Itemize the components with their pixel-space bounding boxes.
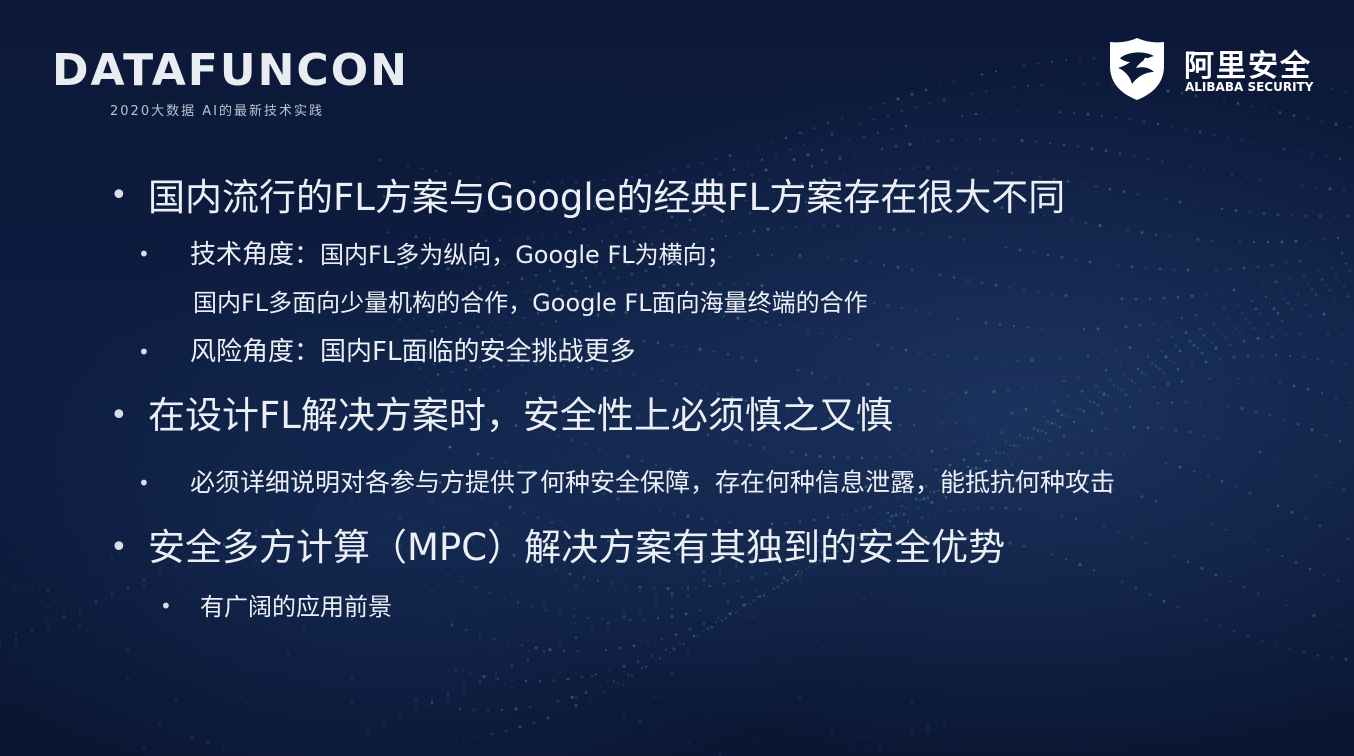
bullet-dot: • — [138, 340, 150, 364]
bullet-level2-item: 风险角度：国内FL面临的安全挑战更多 — [190, 337, 636, 367]
bullet-dot: • — [110, 178, 128, 213]
bullet-lead-text: 技术角度： — [190, 240, 321, 270]
bullet-level1-item: 在设计FL解决方案时，安全性上必须慎之又慎 — [148, 394, 893, 437]
bullet-dot: • — [110, 530, 128, 565]
bullet-level1-item: 安全多方计算（MPC）解决方案有其独到的安全优势 — [148, 526, 1006, 569]
bullet-level2-item: 技术角度：国内FL多为纵向，Google FL为横向； — [190, 240, 731, 270]
bullet-dot: • — [110, 398, 128, 433]
bullet-body-text: 国内FL多为纵向，Google FL为横向； — [320, 241, 731, 269]
bullet-list: • 国内流行的FL方案与Google的经典FL方案存在很大不同 • 技术角度：国… — [0, 0, 1354, 756]
bullet-continuation-line: 国内FL多面向少量机构的合作，Google FL面向海量终端的合作 — [193, 289, 868, 317]
slide: DATAFUNCON 2020大数据 AI的最新技术实践 阿里安全 ALIBAB… — [0, 0, 1354, 756]
bullet-level2-item: 有广阔的应用前景 — [200, 593, 392, 621]
bullet-dot: • — [138, 242, 150, 266]
bullet-level2-item: 必须详细说明对各参与方提供了何种安全保障，存在何种信息泄露，能抵抗何种攻击 — [190, 468, 1116, 497]
bullet-dot: • — [160, 594, 172, 618]
bullet-level1-item: 国内流行的FL方案与Google的经典FL方案存在很大不同 — [148, 176, 1066, 219]
bullet-dot: • — [138, 471, 150, 495]
